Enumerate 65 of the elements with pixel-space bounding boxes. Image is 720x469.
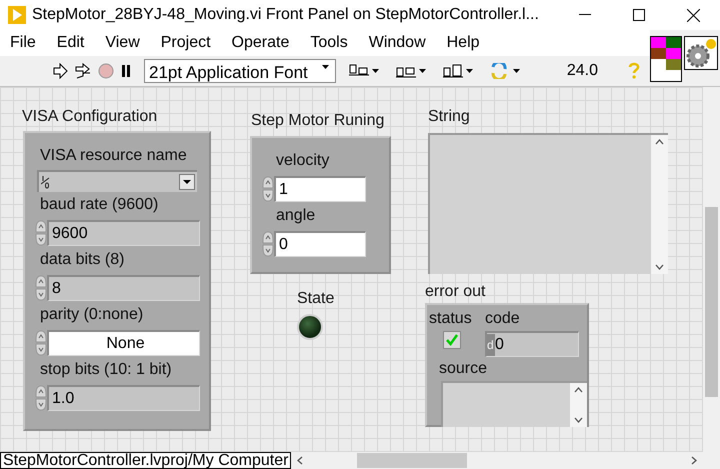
increment-decrement-arrows[interactable] bbox=[35, 330, 47, 356]
menu-item[interactable]: Window bbox=[360, 34, 434, 52]
code-field: d 0 bbox=[485, 331, 579, 357]
check-icon bbox=[446, 334, 458, 346]
increment-decrement-arrows[interactable] bbox=[262, 231, 274, 257]
scroll-right-icon[interactable] bbox=[691, 456, 697, 465]
control-label: velocity bbox=[276, 151, 330, 171]
caret-icon bbox=[466, 69, 473, 73]
increment-decrement-arrows[interactable] bbox=[35, 385, 47, 411]
zoom-value: 24.0 bbox=[566, 62, 598, 80]
scroll-down-icon[interactable] bbox=[574, 417, 583, 423]
pause-icon[interactable] bbox=[120, 64, 132, 78]
font-dropdown[interactable]: 21pt Application Font bbox=[144, 59, 336, 83]
indicator-label: String bbox=[428, 108, 470, 126]
vi-gear-icon bbox=[684, 36, 718, 70]
menu-item[interactable]: File bbox=[2, 34, 44, 52]
scroll-up-icon[interactable] bbox=[574, 387, 583, 393]
control-label: baud rate (9600) bbox=[40, 195, 160, 215]
numeric-field[interactable]: 1.0 bbox=[47, 385, 200, 411]
enum-field[interactable]: None bbox=[47, 330, 200, 356]
app-icon bbox=[8, 6, 26, 24]
resize-icon[interactable] bbox=[442, 63, 464, 79]
io-icon bbox=[41, 175, 50, 189]
menu-item[interactable]: Project bbox=[152, 34, 219, 52]
numeric-field[interactable]: 8 bbox=[47, 275, 200, 301]
menu-item[interactable]: View bbox=[97, 34, 148, 52]
scroll-down-icon[interactable] bbox=[655, 264, 664, 270]
control-label: stop bits (10: 1 bit) bbox=[40, 360, 173, 380]
caret-icon bbox=[419, 69, 426, 73]
control-label: parity (0:none) bbox=[40, 305, 144, 325]
menu-item[interactable]: Edit bbox=[48, 34, 92, 52]
minimize-icon bbox=[579, 14, 591, 16]
resource-dropdown[interactable] bbox=[37, 170, 197, 192]
menu-item[interactable]: Tools bbox=[302, 34, 356, 52]
numeric-field[interactable]: 0 bbox=[274, 231, 366, 257]
cluster-label: error out bbox=[425, 283, 486, 301]
increment-decrement-arrows[interactable] bbox=[262, 176, 274, 202]
numeric-field[interactable]: 9600 bbox=[47, 220, 200, 246]
cluster-label: VISA Configuration bbox=[22, 108, 158, 126]
indicator-label: State bbox=[297, 290, 334, 308]
caret-icon bbox=[322, 65, 329, 69]
numeric-field[interactable]: 1 bbox=[274, 176, 366, 202]
run-continuously-icon[interactable] bbox=[74, 63, 92, 79]
project-path: StepMotorController.lvproj/My Computer bbox=[0, 452, 292, 469]
control-label: angle bbox=[276, 206, 316, 226]
menu-item[interactable]: Help bbox=[438, 34, 488, 52]
control-label: status bbox=[429, 309, 473, 329]
control-label: code bbox=[485, 309, 521, 329]
vertical-scrollbar[interactable] bbox=[703, 87, 720, 452]
scroll-left-icon[interactable] bbox=[297, 456, 304, 465]
window-title: StepMotor_28BYJ-48_Moving.vi Front Panel on StepMotorController.l... bbox=[32, 6, 540, 24]
caret-icon bbox=[372, 69, 379, 73]
increment-decrement-arrows[interactable] bbox=[35, 220, 47, 246]
radix-label: d bbox=[487, 334, 495, 356]
run-arrow-icon[interactable] bbox=[52, 63, 68, 79]
scroll-up-icon[interactable] bbox=[655, 139, 664, 145]
maximize-icon bbox=[633, 9, 645, 21]
increment-decrement-arrows[interactable] bbox=[35, 275, 47, 301]
control-label: data bits (8) bbox=[40, 250, 126, 270]
caret-icon bbox=[513, 69, 520, 73]
cluster-label: Step Motor Runing bbox=[251, 112, 384, 130]
menu-item[interactable]: Operate bbox=[224, 34, 298, 52]
control-label: source bbox=[439, 359, 488, 379]
control-label: VISA resource name bbox=[40, 146, 188, 166]
close-icon bbox=[686, 8, 700, 22]
